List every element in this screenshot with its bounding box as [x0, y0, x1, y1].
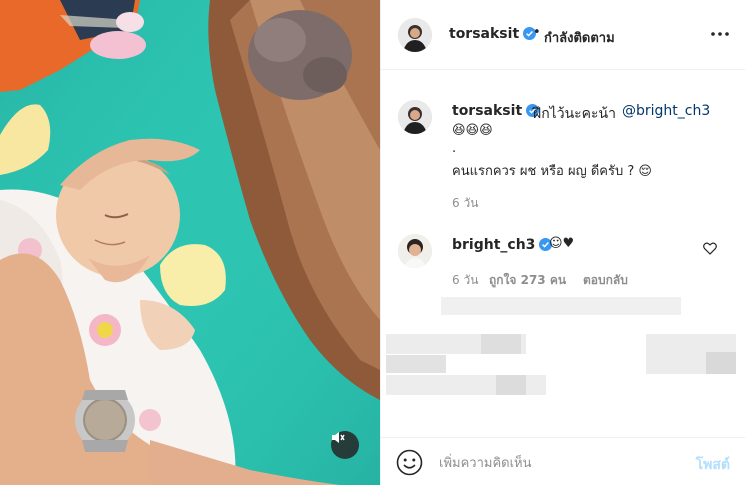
baby-photo [0, 0, 380, 485]
avatar-image [398, 18, 432, 52]
avatar-image [398, 100, 432, 134]
commenter-avatar[interactable] [398, 234, 432, 268]
author-username[interactable]: torsaksit [449, 26, 537, 42]
author-avatar[interactable] [398, 18, 432, 52]
commenter-username-text[interactable]: bright_ch3 [452, 237, 535, 253]
add-comment-bar: โพสต์ [381, 437, 745, 485]
author-username-text[interactable]: torsaksit [449, 26, 519, 42]
blur-block [441, 297, 681, 315]
caption-emoji-line: 😆😆😆 [452, 123, 493, 138]
instagram-post-window: torsaksit • กำลังติดตาม torsaksit ฝึกไว้… [0, 0, 745, 485]
post-header: torsaksit • กำลังติดตาม [381, 0, 745, 70]
caption-question-line: คนแรกควร ผช หรือ ผญ ดีครับ ? 😌 [452, 164, 652, 179]
blur-block [706, 352, 736, 374]
reply-button[interactable]: ตอบกลับ [583, 271, 628, 290]
caption-text: ฝึกไว้นะคะน้า [533, 106, 616, 122]
commenter-username[interactable]: bright_ch3 [452, 237, 553, 253]
post-side-panel: torsaksit • กำลังติดตาม torsaksit ฝึกไว้… [380, 0, 745, 485]
comment-timestamp[interactable]: 6 วัน [452, 271, 478, 290]
blur-block [496, 375, 526, 395]
comment-text: ☺♥ [549, 236, 575, 251]
heart-outline-icon[interactable] [703, 242, 717, 255]
comment-likes[interactable]: ถูกใจ 273 คน [489, 271, 566, 290]
caption-username-text[interactable]: torsaksit [452, 103, 522, 119]
emoji-smiley-icon[interactable] [396, 449, 423, 476]
caption-mention-link[interactable]: @bright_ch3 [622, 103, 710, 119]
blur-block [386, 355, 446, 373]
caption-avatar[interactable] [398, 100, 432, 134]
more-options-icon[interactable] [710, 26, 730, 42]
volume-muted-icon [332, 432, 345, 443]
post-comment-button[interactable]: โพสต์ [696, 454, 730, 476]
blur-block [481, 334, 521, 354]
header-separator: • [533, 25, 541, 40]
caption-timestamp[interactable]: 6 วัน [452, 194, 478, 213]
following-button[interactable]: กำลังติดตาม [544, 27, 615, 48]
mute-button[interactable] [331, 431, 359, 459]
caption-username[interactable]: torsaksit [452, 103, 540, 119]
comment-input[interactable] [439, 452, 674, 474]
avatar-image [398, 234, 432, 268]
post-media[interactable] [0, 0, 380, 485]
caption-dot-line: . [452, 141, 457, 156]
